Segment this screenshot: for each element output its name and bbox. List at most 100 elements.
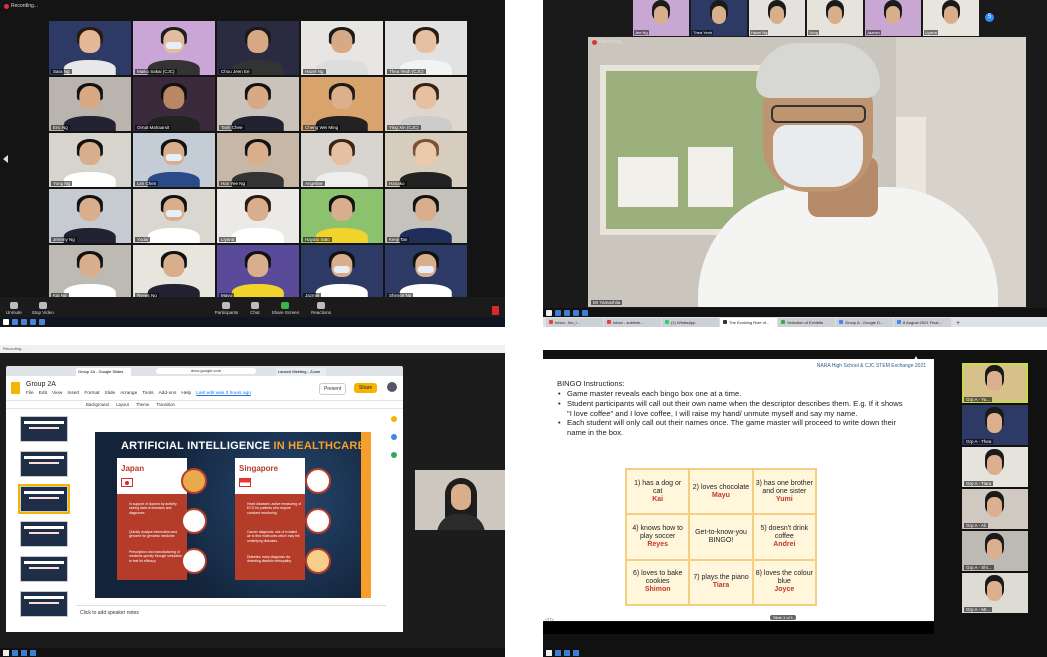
reactions-button[interactable]: Reactions [311, 302, 331, 317]
toolbar-item[interactable]: Background [86, 402, 109, 407]
participant-tile[interactable]: Ying Xin (CJC) [385, 77, 467, 131]
participant-video[interactable]: Grp A - Yu... [962, 363, 1028, 403]
participant-tile[interactable]: Yong Ng [49, 133, 131, 187]
participant-tile[interactable]: Kenji Tan [385, 189, 467, 243]
participant-thumbnail[interactable]: Jazmin [865, 0, 921, 36]
participant-video[interactable]: Grp A - Tiara [962, 447, 1028, 487]
participant-tile[interactable]: Yudai [133, 189, 215, 243]
participant-tile[interactable]: Han Yee Ng [217, 133, 299, 187]
participant-tile[interactable]: Reyes Ng [133, 245, 215, 299]
participant-tile[interactable]: Eric Ng [49, 77, 131, 131]
taskbar-app-icon[interactable] [555, 309, 561, 316]
toolbar-item[interactable]: Transition [156, 402, 175, 407]
menu-item[interactable]: Insert [67, 391, 79, 396]
keep-icon[interactable] [391, 416, 397, 422]
menu-item[interactable]: Edit [39, 391, 47, 396]
participant-video[interactable]: Grp A - Shi... [962, 531, 1028, 571]
participant-thumbnail[interactable]: Liyana [923, 0, 979, 36]
menu-item[interactable]: File [26, 391, 34, 396]
start-icon[interactable] [3, 319, 9, 325]
calendar-icon[interactable] [391, 452, 397, 458]
browser-tab[interactable]: Group A - Google D... [836, 318, 893, 327]
taskbar-app-icon[interactable] [573, 309, 579, 316]
slide-thumbnail[interactable]: 6 [20, 591, 68, 617]
participant-count-badge[interactable]: 5 [985, 13, 994, 22]
toolbar-item[interactable]: Layout [116, 402, 129, 407]
participant-tile[interactable]: Hanako [385, 133, 467, 187]
current-slide[interactable]: ARTIFICIAL INTELLIGENCE IN HEALTHCARE Ja… [95, 432, 371, 598]
menu-item[interactable]: Tools [142, 391, 153, 396]
browser-tab[interactable]: Selection of Exhibits [778, 318, 835, 327]
slide-thumbnail[interactable]: 4 [20, 521, 68, 547]
participant-video[interactable]: Grp A - Thea [962, 405, 1028, 445]
start-icon[interactable] [546, 649, 552, 656]
participant-tile[interactable]: Cheng Wei Ming [301, 77, 383, 131]
participant-tile[interactable]: Shimon Ng [385, 245, 467, 299]
slide-navigation[interactable]: Slide 1 of 1 [770, 615, 797, 620]
end-meeting-button[interactable] [492, 306, 499, 315]
address-bar[interactable]: docs.google.com [156, 368, 256, 374]
participant-tile[interactable]: Ornat Mahaarsit [133, 77, 215, 131]
participant-video[interactable]: Grp A - Ali [962, 489, 1028, 529]
start-icon[interactable] [546, 309, 552, 316]
prev-page-arrow-icon[interactable] [3, 155, 8, 163]
browser-tab[interactable]: 8 August 2021 Final... [894, 318, 951, 327]
taskbar-app-icon[interactable] [555, 649, 561, 656]
browser-tab[interactable]: Inbox - sublime... [604, 318, 661, 327]
participant-video[interactable]: Grp A - Mr... [962, 573, 1028, 613]
participant-tile[interactable]: Hayato Sato [301, 189, 383, 243]
menu-item[interactable]: Slide [105, 391, 116, 396]
present-button[interactable]: Present [319, 383, 347, 395]
menu-item[interactable]: Help [181, 391, 191, 396]
participants-button[interactable]: Participants [215, 302, 238, 317]
taskbar-app-icon[interactable] [30, 319, 36, 325]
zoom-app-icon[interactable] [573, 649, 579, 656]
share-button[interactable]: Share [354, 383, 378, 393]
share-screen-button[interactable]: Share Screen [272, 302, 299, 317]
zoom-app-icon[interactable] [582, 309, 588, 316]
participant-tile[interactable]: Liyana [217, 189, 299, 243]
participant-tile[interactable]: Lim Chen [133, 133, 215, 187]
last-edit-link[interactable]: Last edit was 3 hours ago [196, 391, 251, 396]
browser-tab[interactable]: The Evolving Role of... [720, 318, 777, 327]
participant-thumbnail[interactable]: Jee Ng [633, 0, 689, 36]
browser-tab[interactable]: Inbox - lim_l... [546, 318, 603, 327]
participant-tile[interactable]: Jazmin [301, 245, 383, 299]
speaker-notes[interactable]: Click to add speaker notes [80, 610, 139, 616]
search-icon[interactable] [12, 319, 18, 325]
menu-item[interactable]: Add-ons [158, 391, 176, 396]
slides-logo-icon[interactable] [11, 382, 20, 394]
taskbar-app-icon[interactable] [564, 309, 570, 316]
browser-tab[interactable]: Launch Meeting - Zoom [276, 368, 326, 376]
participant-tile[interactable]: Maiko Sakai (CJC) [133, 21, 215, 75]
participant-tile[interactable]: Jeremy Ng [49, 189, 131, 243]
participant-tile[interactable]: Thea Yeoh (CJC) [385, 21, 467, 75]
toolbar-item[interactable]: Theme [136, 402, 149, 407]
participant-tile[interactable]: Tarik Chee [217, 77, 299, 131]
taskbar-app-icon[interactable] [12, 649, 18, 656]
slide-thumbnail[interactable]: 3 [18, 484, 70, 514]
chat-button[interactable]: Chat [250, 302, 260, 317]
slide-thumbnail[interactable]: 1 [20, 416, 68, 442]
participant-tile[interactable]: Kai Ng [49, 245, 131, 299]
participant-tile[interactable]: Hazel Ng [301, 21, 383, 75]
microphone-button[interactable]: Unmute [6, 302, 22, 317]
browser-tab[interactable]: Group 2A - Google Slides [76, 368, 131, 376]
menu-item[interactable]: Arrange [120, 391, 137, 396]
participant-tile[interactable]: Chou Jeen Ee [217, 21, 299, 75]
zoom-app-icon[interactable] [39, 319, 45, 325]
slide-thumbnail[interactable]: 2 [20, 451, 68, 477]
slide-thumbnail[interactable]: 5 [20, 556, 68, 582]
participant-thumbnail[interactable]: Yong [807, 0, 863, 36]
participant-thumbnail[interactable]: Thea Yeoh [691, 0, 747, 36]
menu-item[interactable]: Format [84, 391, 99, 396]
new-tab-icon[interactable]: + [952, 320, 964, 327]
start-icon[interactable] [3, 649, 9, 656]
taskbar-app-icon[interactable] [564, 649, 570, 656]
participant-tile[interactable]: Sara Ng [49, 21, 131, 75]
zoom-app-icon[interactable] [30, 649, 36, 656]
menu-item[interactable]: View [52, 391, 62, 396]
tasks-icon[interactable] [391, 434, 397, 440]
taskbar-app-icon[interactable] [21, 319, 27, 325]
taskbar-app-icon[interactable] [21, 649, 27, 656]
